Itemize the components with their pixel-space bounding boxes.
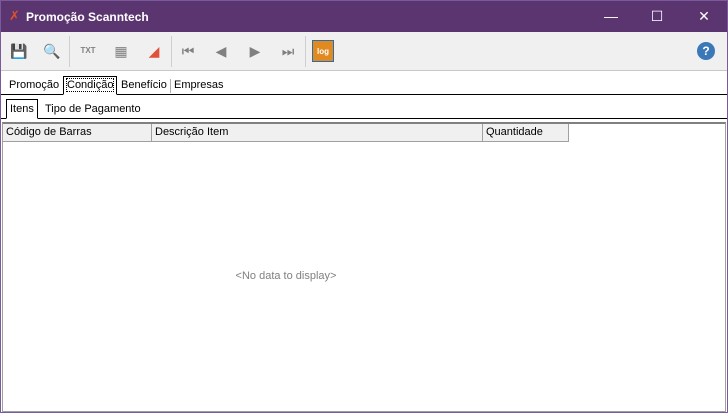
subtab-tipo-pagamento[interactable]: Tipo de Pagamento xyxy=(42,101,144,118)
empty-grid-message: <No data to display> xyxy=(235,270,337,282)
last-record-icon[interactable]: ⏭ xyxy=(277,40,299,62)
window-title: Promoção Scanntech xyxy=(26,10,149,24)
first-record-icon[interactable]: ⏮ xyxy=(177,40,199,62)
toolbar-separator xyxy=(69,36,70,67)
subtabs-border xyxy=(1,118,727,119)
previous-record-icon[interactable]: ◀ xyxy=(210,40,232,62)
maximize-button[interactable]: ☐ xyxy=(634,1,680,32)
subtab-itens[interactable]: Itens xyxy=(6,99,38,119)
title-bar: ✗ Promoção Scanntech — ☐ ✕ xyxy=(1,1,727,32)
close-button[interactable]: ✕ xyxy=(681,1,727,32)
tab-empresas[interactable]: Empresas xyxy=(171,77,227,94)
items-grid[interactable]: Código de Barras Descrição Item Quantida… xyxy=(2,122,726,412)
log-icon[interactable]: log xyxy=(312,40,334,62)
export-txt-icon[interactable]: TXT xyxy=(77,40,99,62)
toolbar-separator xyxy=(171,36,172,67)
tab-condicao[interactable]: Condição xyxy=(63,76,118,95)
tab-condicao-label: Condição xyxy=(65,78,115,92)
save-icon[interactable]: 💾 xyxy=(8,40,30,62)
column-header-descricao-item[interactable]: Descrição Item xyxy=(152,124,483,142)
grid-icon[interactable]: ▦ xyxy=(110,40,132,62)
next-record-icon[interactable]: ▶ xyxy=(244,40,266,62)
minimize-button[interactable]: — xyxy=(588,1,634,32)
eraser-icon[interactable]: ◢ xyxy=(143,40,165,62)
help-icon[interactable]: ? xyxy=(697,42,715,60)
toolbar: 💾 🔍 TXT ▦ ◢ ⏮ ◀ ▶ ⏭ log ? xyxy=(1,32,727,71)
tab-promocao[interactable]: Promoção xyxy=(6,77,62,94)
column-header-codigo-barras[interactable]: Código de Barras xyxy=(3,124,152,142)
window: ✗ Promoção Scanntech — ☐ ✕ 💾 🔍 TXT ▦ ◢ ⏮… xyxy=(0,0,728,413)
grid-header: Código de Barras Descrição Item Quantida… xyxy=(3,124,569,142)
app-logo-icon: ✗ xyxy=(9,8,20,23)
column-header-quantidade[interactable]: Quantidade xyxy=(483,124,568,142)
tab-beneficio[interactable]: Benefício xyxy=(118,77,170,94)
search-icon[interactable]: 🔍 xyxy=(41,40,63,62)
toolbar-separator xyxy=(305,36,306,67)
